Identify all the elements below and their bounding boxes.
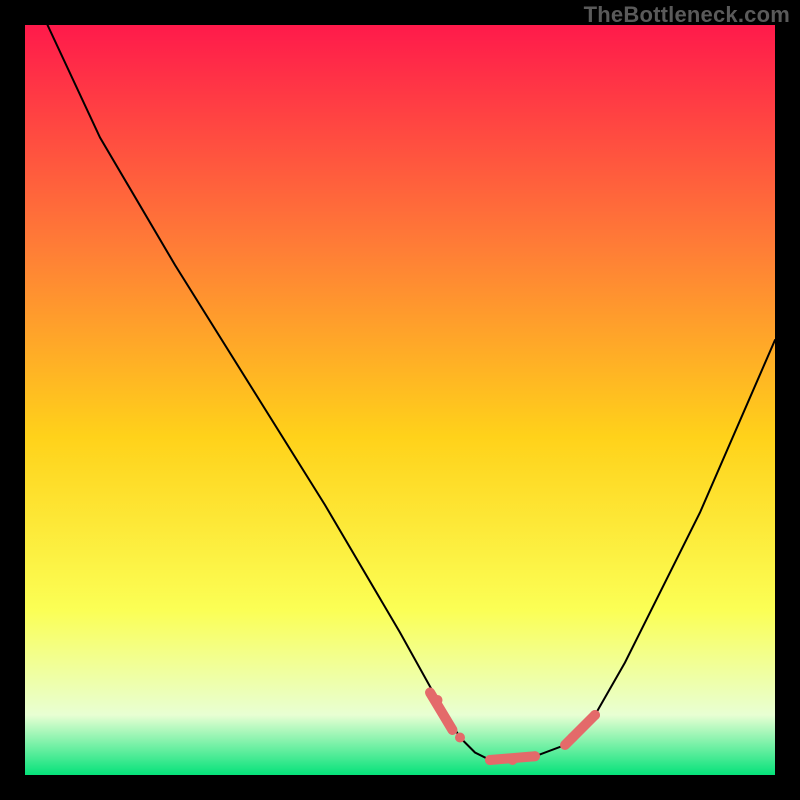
highlight-point (590, 710, 600, 720)
highlight-point (508, 755, 518, 765)
highlight-point (433, 695, 443, 705)
highlight-point (568, 733, 578, 743)
watermark-text: TheBottleneck.com (584, 2, 790, 28)
chart-container: TheBottleneck.com (0, 0, 800, 800)
chart-svg (25, 25, 775, 775)
chart-background (25, 25, 775, 775)
highlight-point (455, 733, 465, 743)
highlight-point (530, 751, 540, 761)
highlight-point (485, 755, 495, 765)
